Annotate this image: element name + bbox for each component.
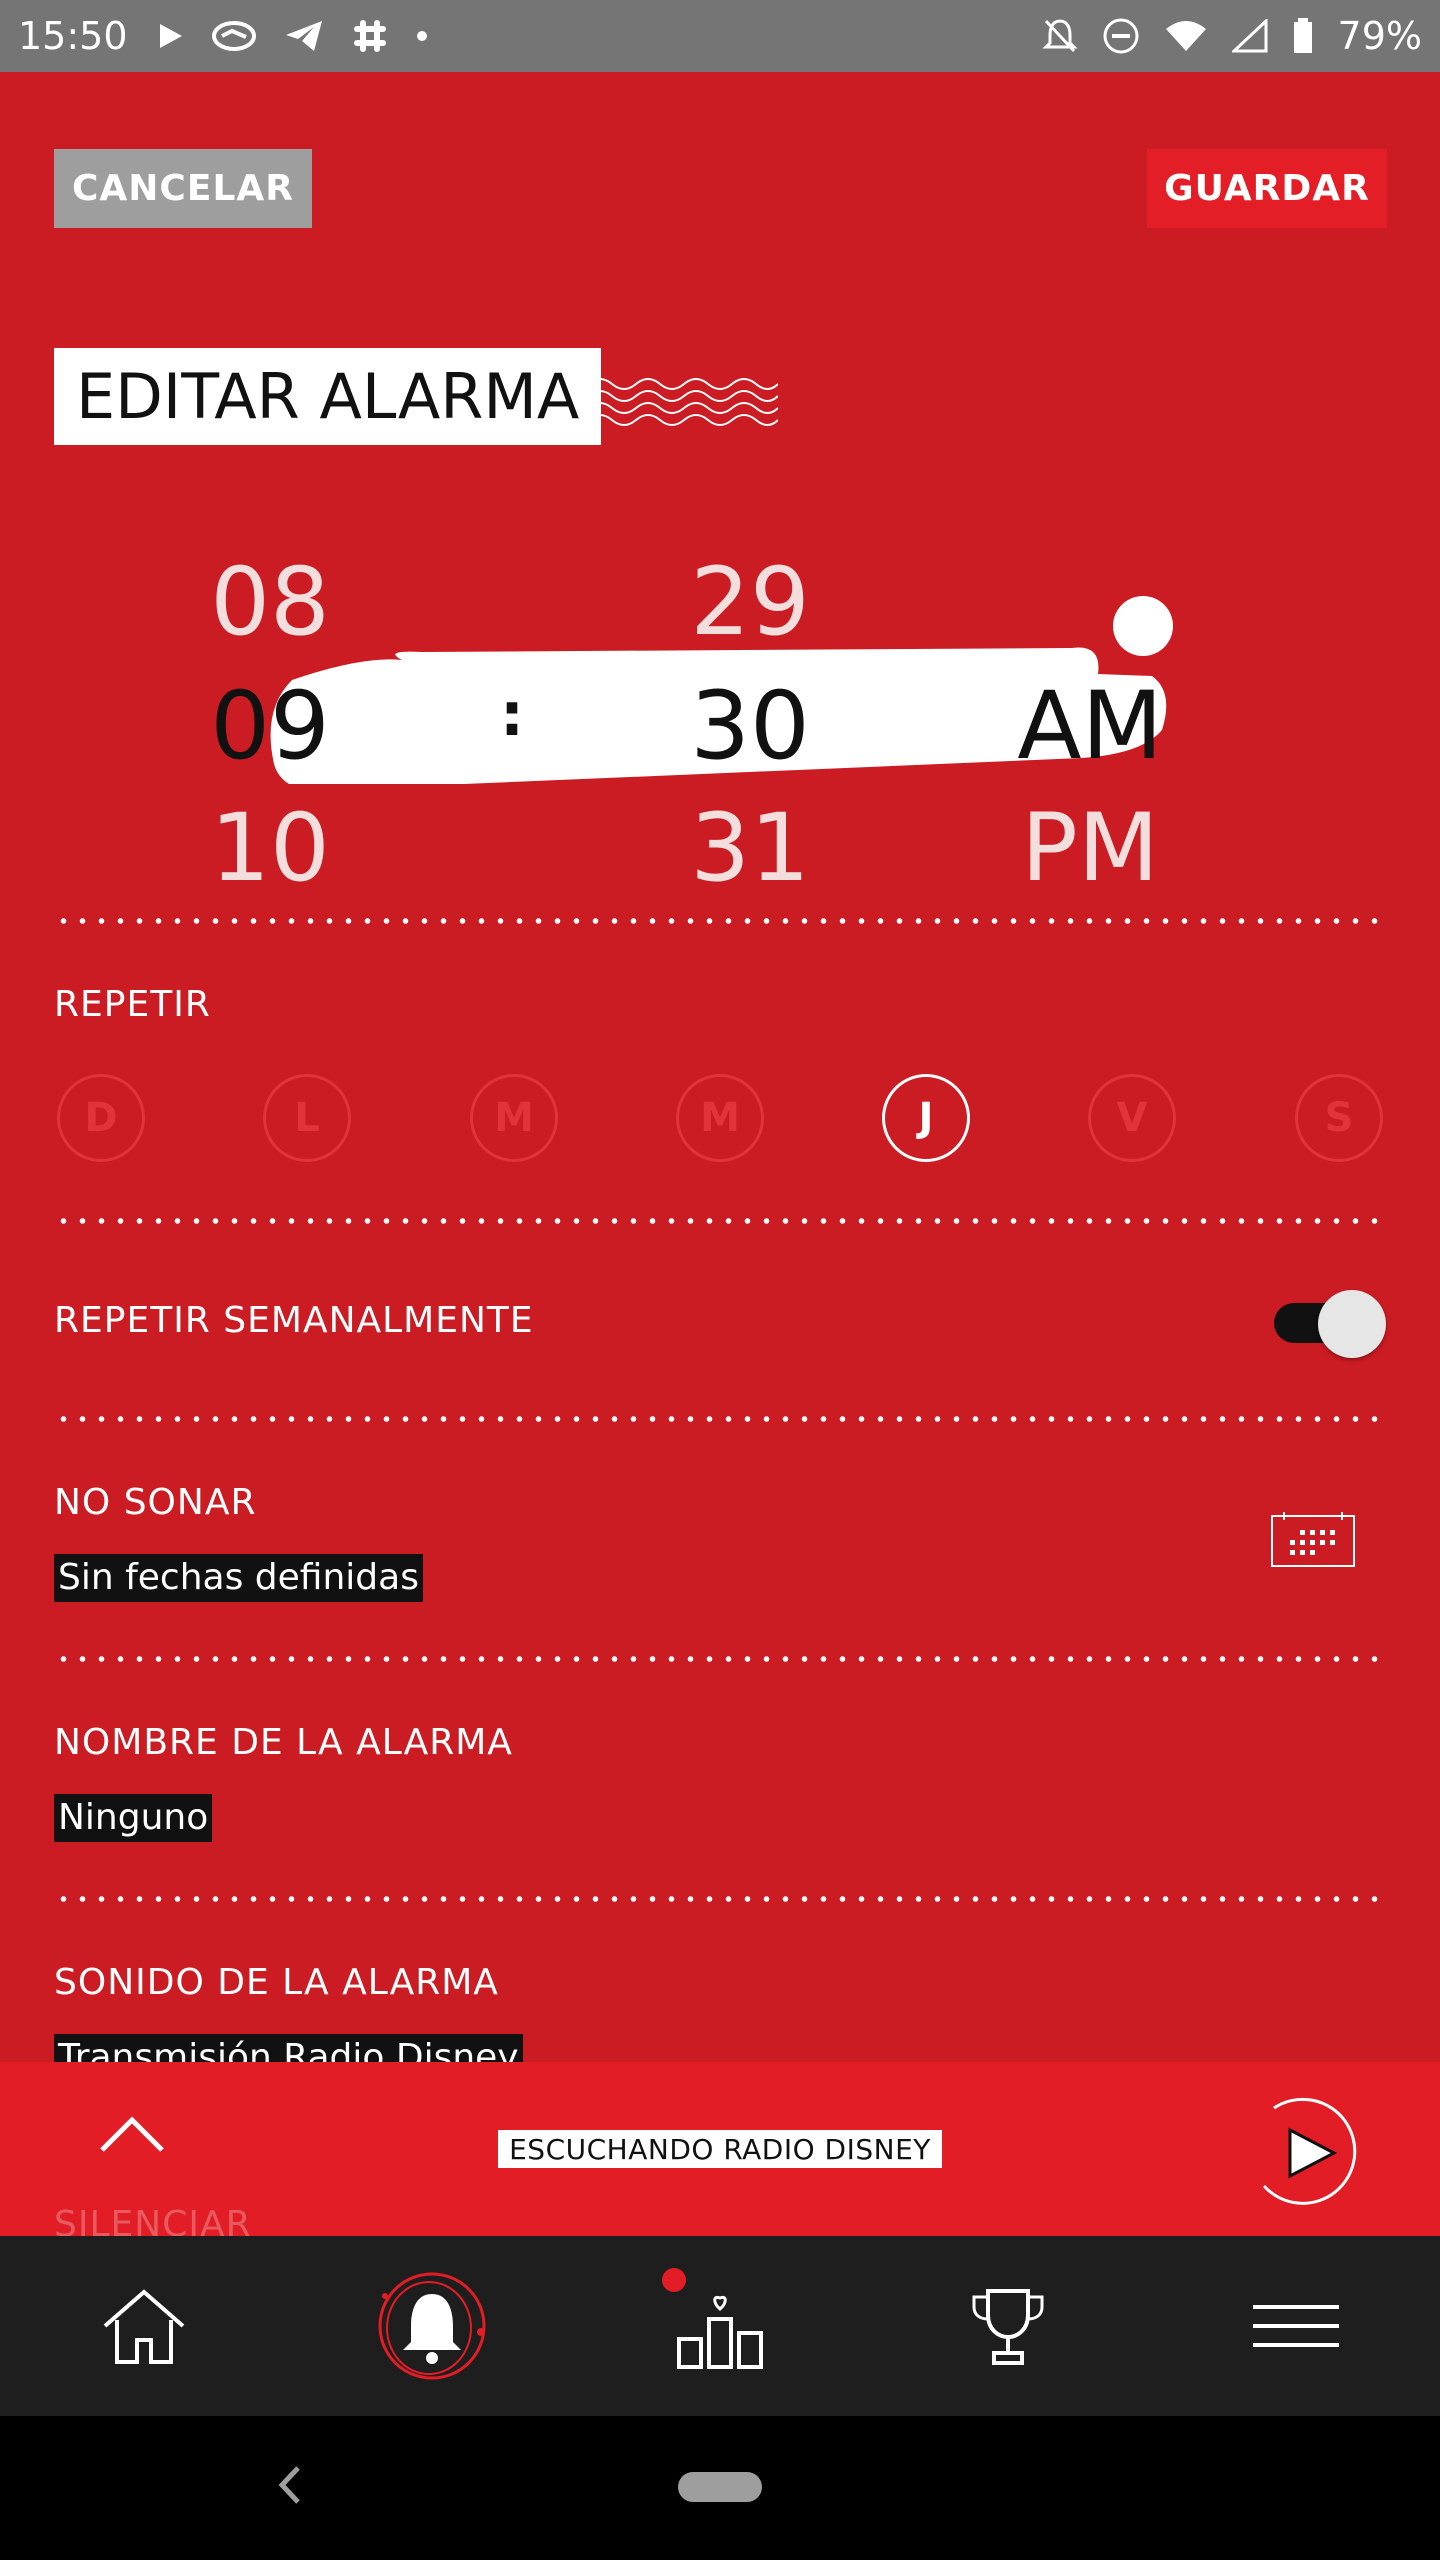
nav-alarm[interactable] xyxy=(288,2236,576,2416)
repeat-label: REPETIR xyxy=(54,984,211,1025)
notification-dot xyxy=(662,2268,686,2292)
save-button[interactable]: GUARDAR xyxy=(1147,149,1387,228)
handshake-icon xyxy=(211,21,256,51)
battery-level: 79% xyxy=(1337,14,1422,58)
minute-selected[interactable]: 30 xyxy=(680,680,820,774)
weekly-label: REPETIR SEMANALMENTE xyxy=(54,1300,534,1341)
battery-icon xyxy=(1293,18,1312,53)
nav-trophy[interactable] xyxy=(864,2236,1152,2416)
day-toggle-friday[interactable]: V xyxy=(1088,1074,1176,1162)
signal-icon xyxy=(1231,19,1268,53)
divider xyxy=(54,1656,1387,1662)
day-toggle-sunday[interactable]: D xyxy=(57,1074,145,1162)
home-icon xyxy=(103,2289,185,2364)
cancel-button[interactable]: CANCELAR xyxy=(54,149,312,228)
minute-prev[interactable]: 29 xyxy=(680,556,820,650)
wifi-icon xyxy=(1165,21,1206,51)
day-toggle-monday[interactable]: L xyxy=(263,1074,351,1162)
alarm-name-label: NOMBRE DE LA ALARMA xyxy=(54,1722,513,1763)
dnd-icon xyxy=(1103,18,1139,54)
slack-icon xyxy=(353,20,386,52)
divider xyxy=(54,918,1387,924)
bottom-nav xyxy=(0,2236,1440,2416)
status-time: 15:50 xyxy=(18,14,128,58)
bell-off-icon xyxy=(1041,19,1078,53)
day-toggle-tuesday[interactable]: M xyxy=(470,1074,558,1162)
no-ring-value[interactable]: Sin fechas definidas xyxy=(54,1554,423,1602)
status-bar: 15:50 79% xyxy=(0,0,1440,72)
divider xyxy=(54,1416,1387,1422)
time-separator: : xyxy=(500,680,524,750)
now-playing-label: ESCUCHANDO RADIO DISNEY xyxy=(498,2130,942,2168)
nav-menu[interactable] xyxy=(1152,2236,1440,2416)
minute-next[interactable]: 31 xyxy=(680,802,820,896)
alarm-bell-icon xyxy=(378,2272,486,2380)
page-title: EDITAR ALARMA xyxy=(54,348,602,445)
nav-ranking[interactable] xyxy=(576,2236,864,2416)
day-toggle-wednesday[interactable]: M xyxy=(676,1074,764,1162)
meridiem-next[interactable]: PM xyxy=(1000,802,1180,896)
hour-next[interactable]: 10 xyxy=(200,802,340,896)
ranking-icon xyxy=(677,2295,763,2369)
divider xyxy=(54,1218,1387,1224)
nav-home[interactable] xyxy=(0,2236,288,2416)
weekly-toggle[interactable] xyxy=(1270,1290,1388,1358)
hour-selected[interactable]: 09 xyxy=(200,680,340,774)
day-toggle-thursday[interactable]: J xyxy=(882,1074,970,1162)
play-icon xyxy=(159,24,182,48)
no-ring-label: NO SONAR xyxy=(54,1482,257,1523)
telegram-icon xyxy=(285,21,322,51)
home-pill[interactable] xyxy=(678,2472,762,2502)
dot-icon xyxy=(416,31,427,41)
meridiem-selected[interactable]: AM xyxy=(1000,680,1180,774)
hour-prev[interactable]: 08 xyxy=(200,556,340,650)
alarm-name-value[interactable]: Ninguno xyxy=(54,1794,213,1842)
trophy-icon xyxy=(972,2289,1044,2365)
toggle-knob xyxy=(1318,1290,1386,1358)
play-button-icon[interactable] xyxy=(1244,2090,1370,2216)
day-toggle-saturday[interactable]: S xyxy=(1295,1074,1383,1162)
back-icon[interactable] xyxy=(270,2460,310,2510)
alarm-sound-label: SONIDO DE LA ALARMA xyxy=(54,1962,499,2003)
decorative-dot xyxy=(1113,596,1173,656)
expand-up-icon[interactable] xyxy=(96,2102,168,2174)
divider xyxy=(54,1896,1387,1902)
waves-decoration xyxy=(588,378,778,426)
menu-icon xyxy=(1253,2305,1339,2347)
calendar-icon[interactable] xyxy=(1270,1510,1356,1568)
